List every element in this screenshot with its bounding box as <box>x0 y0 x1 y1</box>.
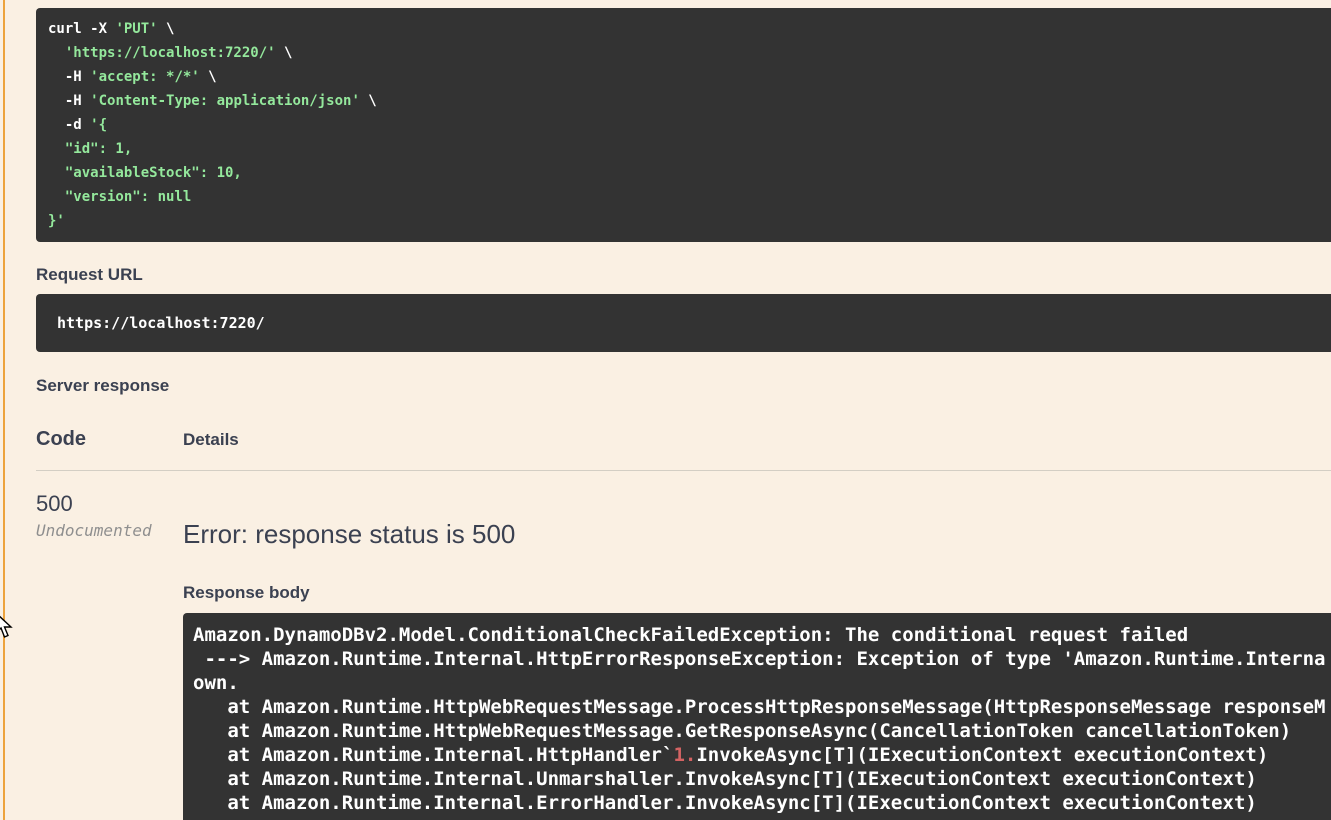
response-body-label: Response body <box>183 583 1331 602</box>
response-panel: curl -X 'PUT' \ 'https://localhost:7220/… <box>36 0 1331 820</box>
code-column-header: Code <box>36 428 183 451</box>
error-message: Error: response status is 500 <box>183 519 1331 549</box>
response-row: 500 Undocumented Error: response status … <box>36 471 1331 820</box>
response-body-block: Amazon.DynamoDBv2.Model.ConditionalCheck… <box>183 613 1331 820</box>
details-column-header: Details <box>183 430 1331 450</box>
mouse-cursor-icon <box>0 611 15 641</box>
opblock-left-border <box>3 0 5 820</box>
request-url-value: https://localhost:7220/ <box>57 314 265 332</box>
server-response-label: Server response <box>36 376 1331 395</box>
request-url-label: Request URL <box>36 265 1331 284</box>
request-url-box: https://localhost:7220/ <box>36 294 1331 352</box>
curl-command-block[interactable]: curl -X 'PUT' \ 'https://localhost:7220/… <box>36 8 1331 242</box>
undocumented-label: Undocumented <box>36 522 183 540</box>
status-code: 500 <box>36 492 183 516</box>
response-table-header: Code Details <box>36 428 1331 471</box>
